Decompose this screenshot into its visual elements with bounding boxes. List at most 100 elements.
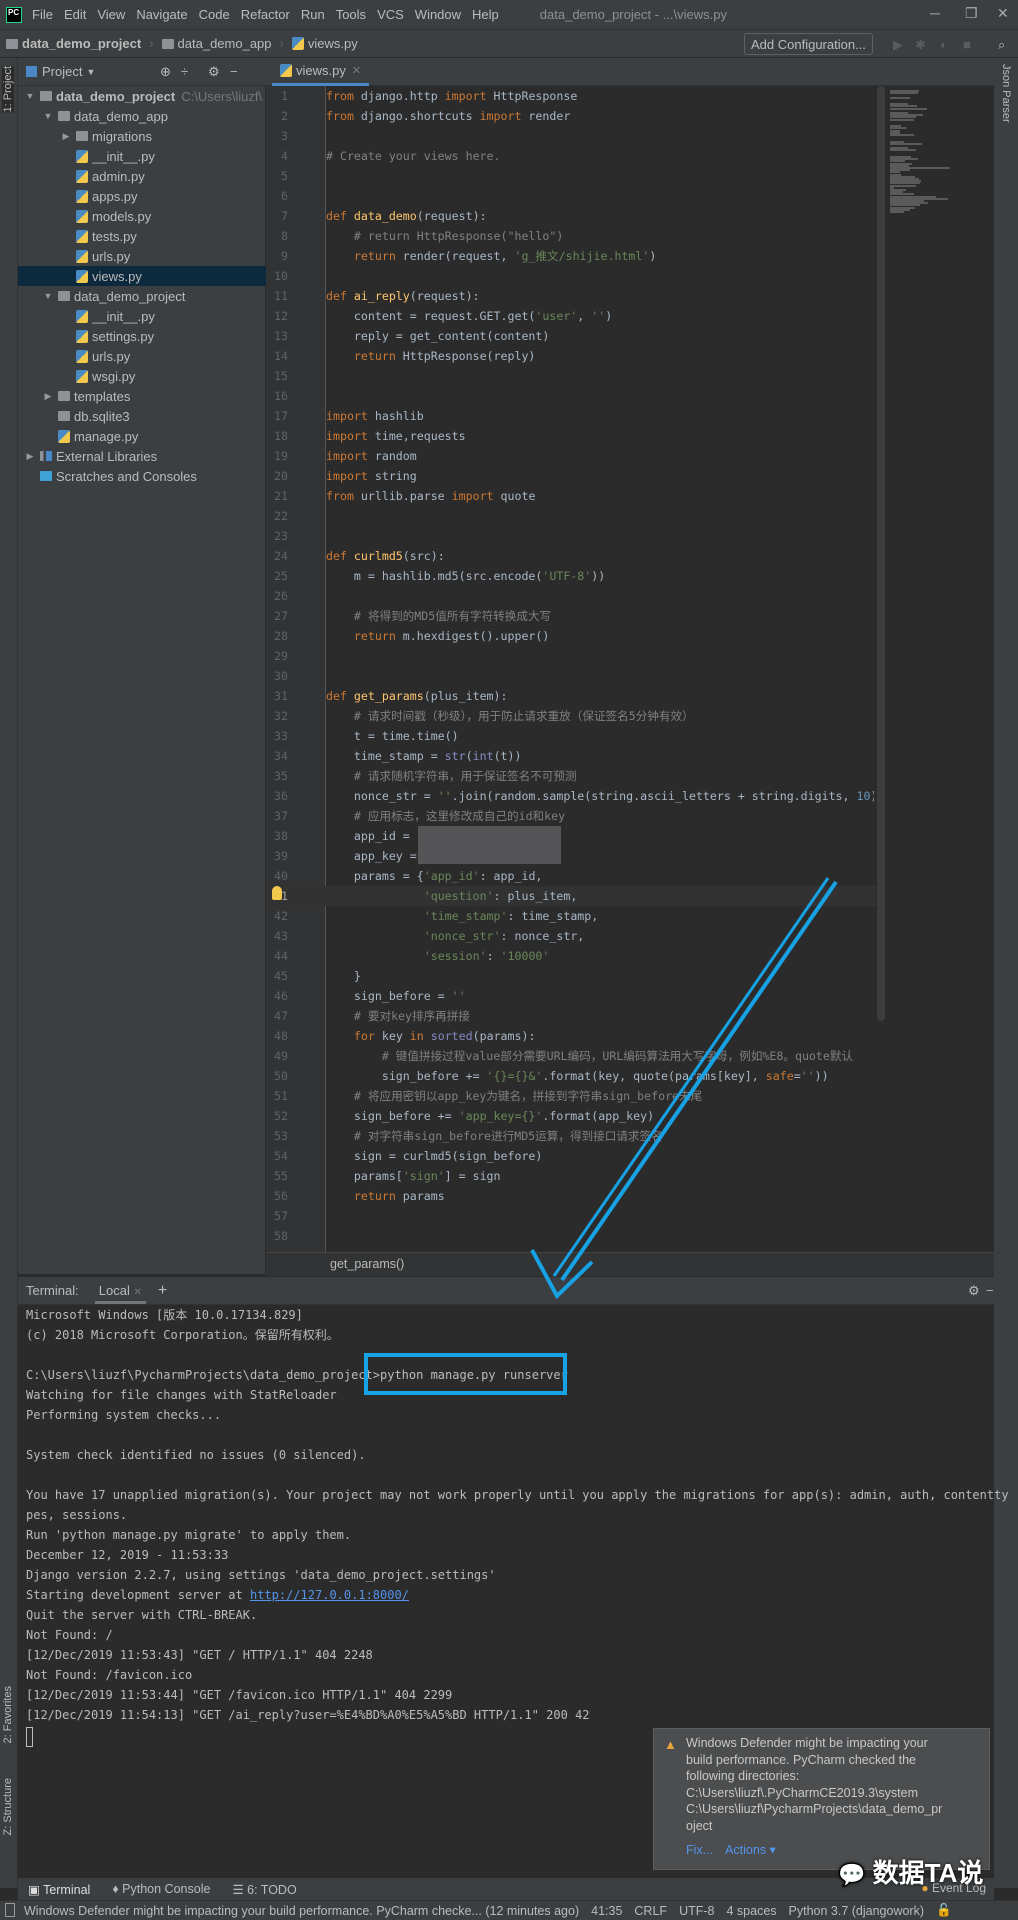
code-line[interactable]: 58 bbox=[266, 1226, 874, 1246]
collapse-arrow-icon[interactable]: ▶ bbox=[42, 391, 54, 402]
status-message[interactable]: Windows Defender might be impacting your… bbox=[24, 1904, 579, 1918]
tree-item[interactable]: __init__.py bbox=[18, 146, 266, 166]
json-parser-tool-button[interactable]: Json Parser bbox=[1000, 64, 1012, 123]
run-icon[interactable]: ▶ bbox=[893, 37, 903, 53]
close-icon[interactable]: ✕ bbox=[997, 5, 1009, 22]
minimize-icon[interactable]: ─ bbox=[930, 5, 940, 21]
add-configuration-button[interactable]: Add Configuration... bbox=[744, 33, 873, 55]
search-icon[interactable]: ⌕ bbox=[998, 37, 1005, 53]
close-tab-icon[interactable]: ✕ bbox=[133, 1287, 141, 1298]
breadcrumb-project[interactable]: data_demo_project bbox=[6, 36, 141, 51]
menu-window[interactable]: Window bbox=[415, 7, 461, 22]
python-interpreter[interactable]: Python 3.7 (djangowork) bbox=[789, 1904, 925, 1918]
python-console-tool-tab[interactable]: ♦ Python Console bbox=[112, 1882, 210, 1896]
code-line[interactable]: 32 # 请求时间戳（秒级），用于防止请求重放（保证签名5分钟有效） bbox=[266, 706, 874, 726]
code-line[interactable]: 35 # 请求随机字符串，用于保证签名不可预测 bbox=[266, 766, 874, 786]
editor-scrollbar[interactable] bbox=[877, 86, 885, 1021]
code-line[interactable]: 7 def data_demo(request): bbox=[266, 206, 874, 226]
tree-item[interactable]: tests.py bbox=[18, 226, 266, 246]
code-line[interactable]: 44 'session': '10000' bbox=[266, 946, 874, 966]
tree-item[interactable]: ▼ data_demo_project bbox=[18, 286, 266, 306]
code-line[interactable]: 46 sign_before = '' bbox=[266, 986, 874, 1006]
hide-icon[interactable]: − bbox=[230, 64, 238, 79]
stop-icon[interactable]: ■ bbox=[963, 37, 971, 52]
code-line[interactable]: 15 bbox=[266, 366, 874, 386]
breadcrumb-function[interactable]: get_params() bbox=[266, 1252, 994, 1276]
code-line[interactable]: 54 sign = curlmd5(sign_before) bbox=[266, 1146, 874, 1166]
breadcrumb-app[interactable]: data_demo_app bbox=[161, 36, 272, 51]
code-line[interactable]: 24 def curlmd5(src): bbox=[266, 546, 874, 566]
server-url-link[interactable]: http://127.0.0.1:8000/ bbox=[250, 1588, 409, 1602]
code-line[interactable]: 30 bbox=[266, 666, 874, 686]
code-line[interactable]: 34 time_stamp = str(int(t)) bbox=[266, 746, 874, 766]
code-line[interactable]: 10 bbox=[266, 266, 874, 286]
expand-arrow-icon[interactable]: ▼ bbox=[24, 91, 36, 101]
code-line[interactable]: 57 bbox=[266, 1206, 874, 1226]
code-line[interactable]: 12 content = request.GET.get('user', '') bbox=[266, 306, 874, 326]
code-line[interactable]: 17 import hashlib bbox=[266, 406, 874, 426]
code-line[interactable]: 21 from urllib.parse import quote bbox=[266, 486, 874, 506]
code-line[interactable]: 14 return HttpResponse(reply) bbox=[266, 346, 874, 366]
code-line[interactable]: 25 m = hashlib.md5(src.encode('UTF-8')) bbox=[266, 566, 874, 586]
code-line[interactable]: 50 sign_before += '{}={}&'.format(key, q… bbox=[266, 1066, 874, 1086]
debug-icon[interactable]: ✱ bbox=[915, 37, 926, 53]
code-line[interactable]: 13 reply = get_content(content) bbox=[266, 326, 874, 346]
tree-item[interactable]: ▶ migrations bbox=[18, 126, 266, 146]
code-line[interactable]: 4 # Create your views here. bbox=[266, 146, 874, 166]
locate-icon[interactable]: ⊕ bbox=[160, 64, 171, 80]
tree-item[interactable]: db.sqlite3 bbox=[18, 406, 266, 426]
code-line[interactable]: 8 # return HttpResponse("hello") bbox=[266, 226, 874, 246]
menu-refactor[interactable]: Refactor bbox=[241, 7, 290, 22]
menu-file[interactable]: File bbox=[32, 7, 53, 22]
tree-item[interactable]: ▼ data_demo_app bbox=[18, 106, 266, 126]
tree-item[interactable]: urls.py bbox=[18, 346, 266, 366]
code-line[interactable]: 45 } bbox=[266, 966, 874, 986]
hide-icon[interactable]: − bbox=[986, 1283, 994, 1298]
menu-help[interactable]: Help bbox=[472, 7, 499, 22]
code-line[interactable]: 23 bbox=[266, 526, 874, 546]
actions-link[interactable]: Actions ▾ bbox=[725, 1843, 776, 1857]
new-terminal-icon[interactable]: + bbox=[158, 1282, 167, 1300]
favorites-tool-button[interactable]: 2: Favorites bbox=[2, 1686, 14, 1743]
code-line[interactable]: 37 # 应用标志，这里修改成自己的id和key bbox=[266, 806, 874, 826]
coverage-icon[interactable]: ◐ bbox=[940, 37, 948, 52]
breadcrumb-file[interactable]: views.py bbox=[291, 36, 358, 51]
tree-item[interactable]: __init__.py bbox=[18, 306, 266, 326]
menu-code[interactable]: Code bbox=[199, 7, 230, 22]
code-line[interactable]: 2 from django.shortcuts import render bbox=[266, 106, 874, 126]
code-line[interactable]: 52 sign_before += 'app_key={}'.format(ap… bbox=[266, 1106, 874, 1126]
collapse-arrow-icon[interactable]: ▶ bbox=[60, 131, 72, 142]
tree-item[interactable]: ▶ External Libraries bbox=[18, 446, 266, 466]
terminal-tool-tab[interactable]: ▣ Terminal bbox=[28, 1882, 90, 1897]
code-line[interactable]: 19 import random bbox=[266, 446, 874, 466]
code-line[interactable]: 22 bbox=[266, 506, 874, 526]
chevron-down-icon[interactable]: ▼ bbox=[86, 67, 95, 77]
tree-item[interactable]: admin.py bbox=[18, 166, 266, 186]
tree-item[interactable]: ▶ templates bbox=[18, 386, 266, 406]
code-line[interactable]: 43 'nonce_str': nonce_str, bbox=[266, 926, 874, 946]
code-line[interactable]: 20 import string bbox=[266, 466, 874, 486]
tab-views-py[interactable]: views.py ✕ bbox=[272, 58, 370, 86]
code-line[interactable]: 6 bbox=[266, 186, 874, 206]
code-line[interactable]: 41 'question': plus_item, bbox=[266, 886, 876, 906]
menu-edit[interactable]: Edit bbox=[64, 7, 86, 22]
code-line[interactable]: 33 t = time.time() bbox=[266, 726, 874, 746]
caret-position[interactable]: 41:35 bbox=[591, 1904, 622, 1918]
menu-vcs[interactable]: VCS bbox=[377, 7, 404, 22]
code-line[interactable]: 9 return render(request, 'g_推文/shijie.ht… bbox=[266, 246, 874, 266]
code-line[interactable]: 26 bbox=[266, 586, 874, 606]
tree-item[interactable]: settings.py bbox=[18, 326, 266, 346]
project-tool-button[interactable]: 1: Project bbox=[2, 66, 14, 113]
fix-link[interactable]: Fix... bbox=[686, 1843, 713, 1857]
menu-navigate[interactable]: Navigate bbox=[136, 7, 187, 22]
code-line[interactable]: 55 params['sign'] = sign bbox=[266, 1166, 874, 1186]
tree-item[interactable]: manage.py bbox=[18, 426, 266, 446]
tree-item[interactable]: models.py bbox=[18, 206, 266, 226]
code-line[interactable]: 36 nonce_str = ''.join(random.sample(str… bbox=[266, 786, 874, 806]
todo-tool-tab[interactable]: ☰ 6: TODO bbox=[232, 1882, 296, 1897]
code-line[interactable]: 11 def ai_reply(request): bbox=[266, 286, 874, 306]
code-line[interactable]: 42 'time_stamp': time_stamp, bbox=[266, 906, 874, 926]
code-line[interactable]: 27 # 将得到的MD5值所有字符转换成大写 bbox=[266, 606, 874, 626]
indent-setting[interactable]: 4 spaces bbox=[726, 1904, 776, 1918]
close-tab-icon[interactable]: ✕ bbox=[352, 64, 361, 77]
